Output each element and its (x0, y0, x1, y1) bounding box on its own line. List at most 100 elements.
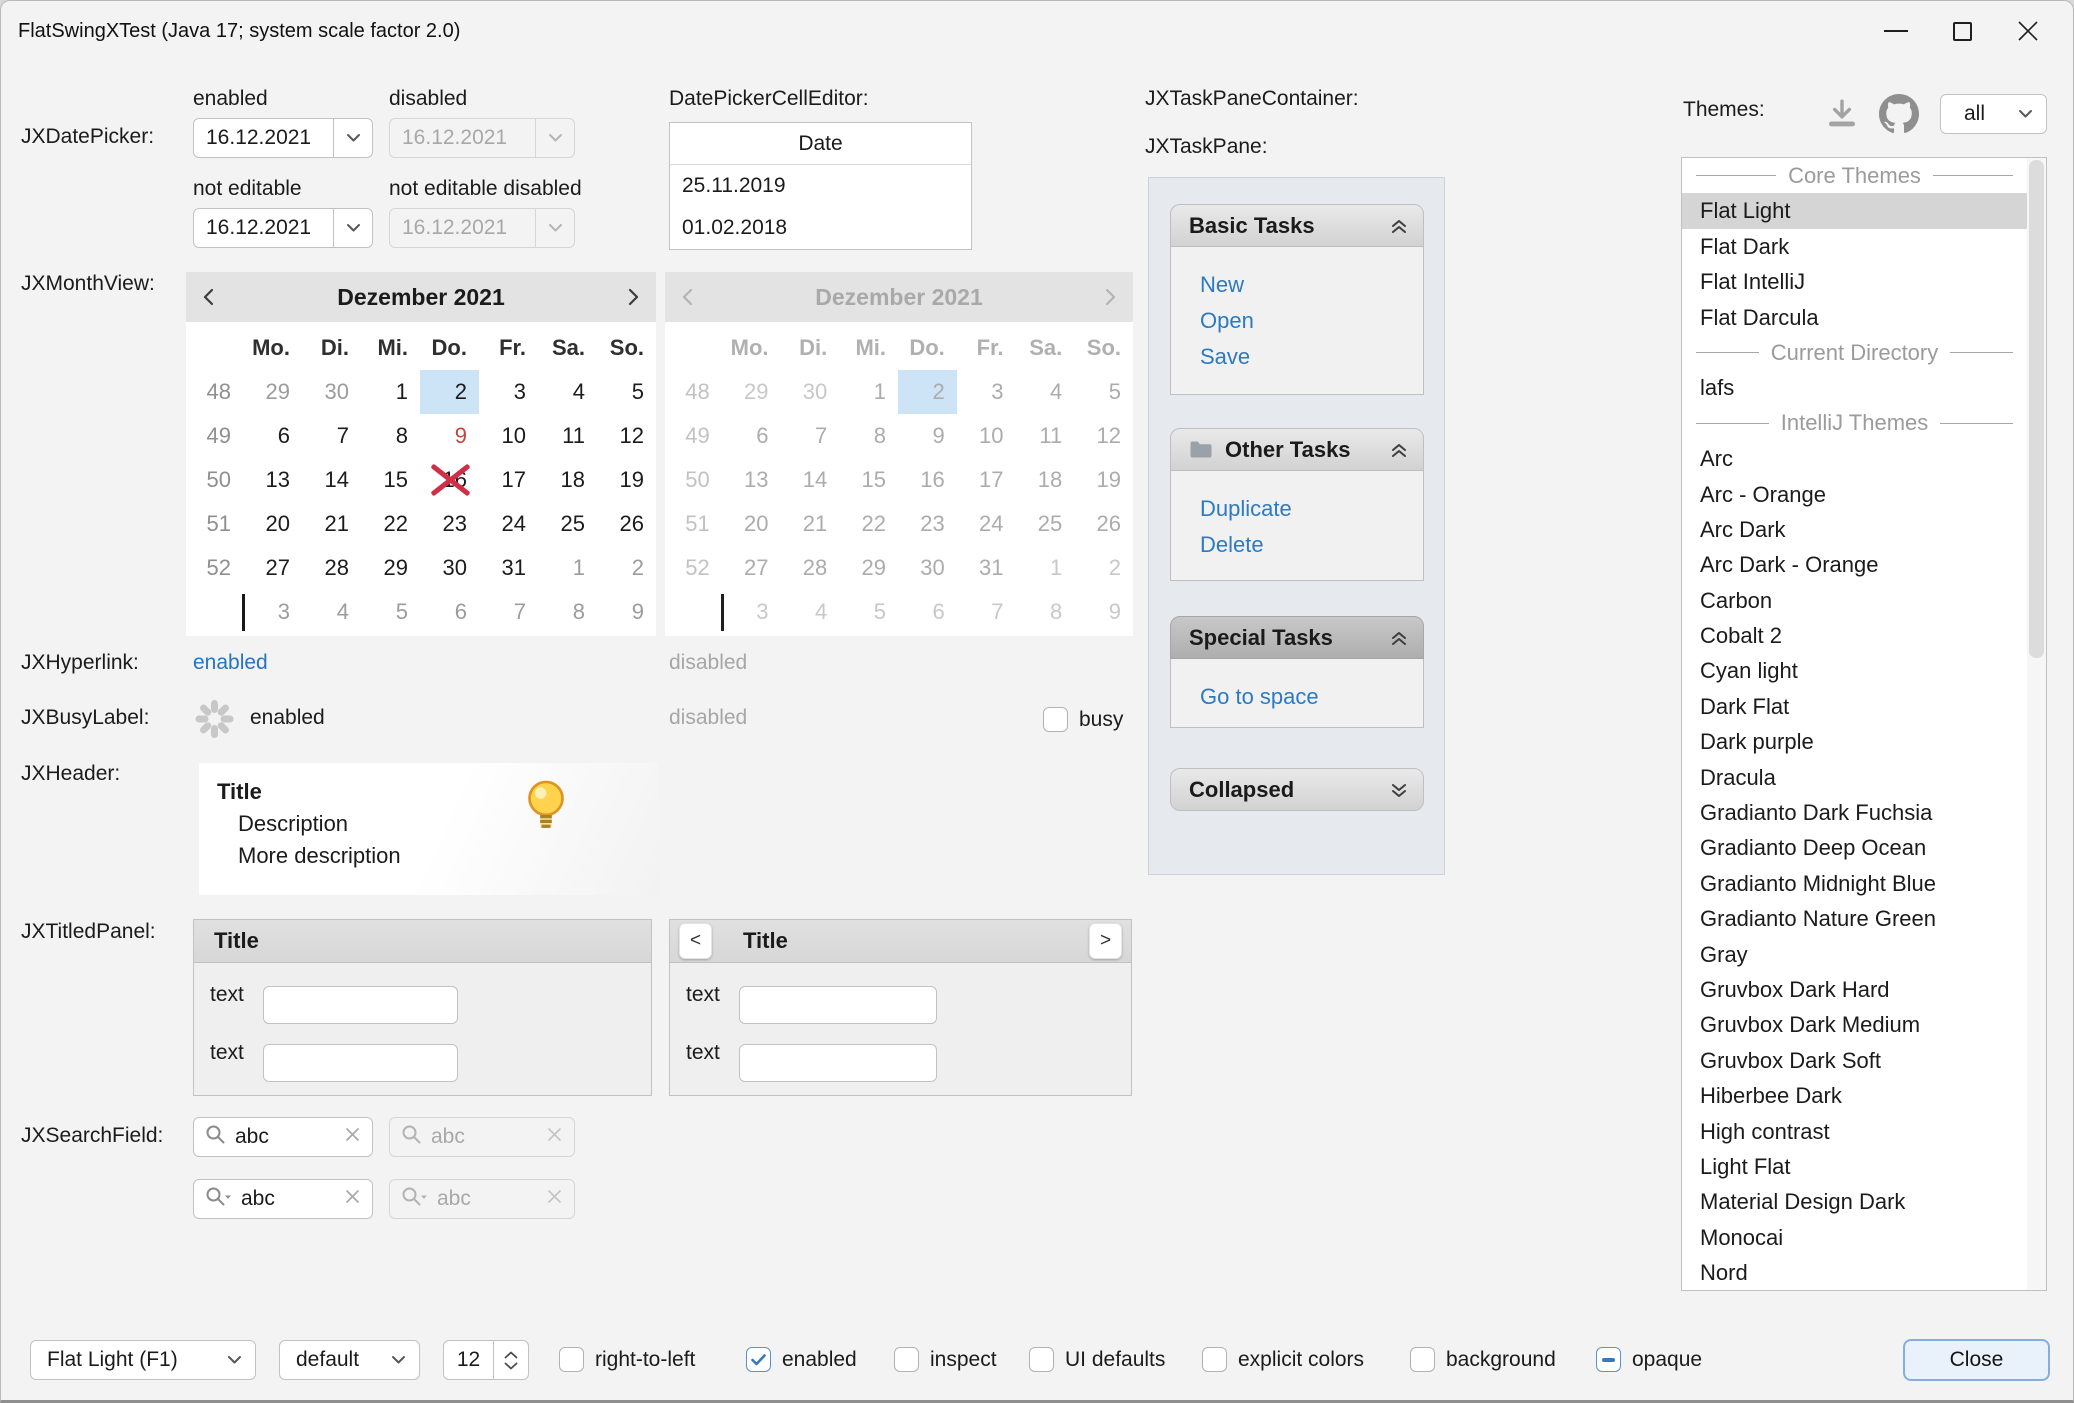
day-cell[interactable]: 30 (420, 546, 479, 590)
day-cell[interactable]: 5 (361, 590, 420, 634)
table-row[interactable]: 01.02.2018 (670, 207, 971, 249)
close-button[interactable]: Close (1903, 1339, 2050, 1381)
theme-item[interactable]: Gruvbox Dark Hard (1682, 972, 2027, 1007)
theme-item[interactable]: Gradianto Nature Green (1682, 901, 2027, 936)
checkbox-box[interactable] (559, 1347, 584, 1372)
day-cell[interactable]: 3 (479, 370, 538, 414)
day-cell[interactable]: 10 (479, 414, 538, 458)
task-link[interactable]: Open (1200, 303, 1423, 339)
task-link[interactable]: New (1200, 267, 1423, 303)
collapse-icon[interactable] (1389, 217, 1409, 235)
day-cell[interactable]: 31 (479, 546, 538, 590)
checkbox-enabled[interactable]: enabled (746, 1347, 857, 1372)
theme-item[interactable]: Flat IntelliJ (1682, 264, 2027, 299)
spinner-value[interactable]: 12 (444, 1348, 493, 1372)
day-cell[interactable]: 24 (479, 502, 538, 546)
day-cell[interactable]: 9 (597, 590, 656, 634)
day-cell[interactable]: 2 (597, 546, 656, 590)
checkbox-opaque[interactable]: opaque (1596, 1347, 1702, 1372)
task-link[interactable]: Save (1200, 339, 1423, 375)
day-cell[interactable]: 7 (302, 414, 361, 458)
day-cell[interactable]: 26 (597, 502, 656, 546)
scrollbar-thumb[interactable] (2029, 160, 2044, 658)
prev-button[interactable]: < (679, 923, 712, 959)
day-cell[interactable]: 6 (420, 590, 479, 634)
day-cell[interactable]: 11 (538, 414, 597, 458)
checkbox-box[interactable] (746, 1347, 771, 1372)
theme-item[interactable]: Gradianto Midnight Blue (1682, 866, 2027, 901)
day-cell[interactable]: 9 (420, 414, 479, 458)
day-cell[interactable]: 19 (597, 458, 656, 502)
day-cell[interactable]: 17 (479, 458, 538, 502)
theme-item[interactable]: Gradianto Deep Ocean (1682, 830, 2027, 865)
day-cell[interactable]: 5 (597, 370, 656, 414)
day-cell[interactable]: 1 (538, 546, 597, 590)
theme-item[interactable]: Hiberbee Dark (1682, 1078, 2027, 1113)
day-cell[interactable]: 3 (243, 590, 302, 634)
checkbox-right-to-left[interactable]: right-to-left (559, 1347, 695, 1372)
day-cell[interactable]: 21 (302, 502, 361, 546)
theme-list[interactable]: Core ThemesFlat LightFlat DarkFlat Intel… (1682, 158, 2027, 1290)
search-field[interactable]: abc (193, 1117, 373, 1157)
taskpane-header[interactable]: Collapsed (1170, 768, 1424, 811)
task-link[interactable]: Go to space (1200, 679, 1423, 715)
theme-item[interactable]: Monocai (1682, 1220, 2027, 1255)
datepicker-not-editable[interactable]: 16.12.2021 (193, 208, 373, 248)
day-cell[interactable]: 6 (243, 414, 302, 458)
chevron-down-icon[interactable] (333, 209, 372, 247)
monthview-enabled[interactable]: Dezember 2021 Mo.Di.Mi.Do.Fr.Sa.So.48293… (186, 272, 656, 636)
scale-combo[interactable]: default (279, 1340, 420, 1380)
chevron-down-icon[interactable] (333, 119, 372, 157)
table-column-header[interactable]: Date (670, 123, 971, 165)
theme-item[interactable]: Dark Flat (1682, 689, 2027, 724)
theme-item[interactable]: Arc (1682, 441, 2027, 476)
day-cell[interactable]: 25 (538, 502, 597, 546)
clear-icon[interactable] (344, 1125, 361, 1149)
download-icon[interactable] (1825, 97, 1859, 131)
taskpane-header[interactable]: Special Tasks (1170, 616, 1424, 659)
day-cell[interactable]: 20 (243, 502, 302, 546)
spinner-up-icon[interactable] (504, 1351, 518, 1359)
date-table[interactable]: Date 25.11.2019 01.02.2018 (669, 122, 972, 250)
day-cell[interactable]: 18 (538, 458, 597, 502)
text-input[interactable] (739, 986, 937, 1024)
spinner-down-icon[interactable] (504, 1362, 518, 1370)
theme-item[interactable]: Gradianto Dark Fuchsia (1682, 795, 2027, 830)
day-cell[interactable]: 30 (302, 370, 361, 414)
theme-item[interactable]: Flat Darcula (1682, 300, 2027, 335)
search-value[interactable]: abc (235, 1125, 335, 1149)
taskpane-header[interactable]: Basic Tasks (1170, 204, 1424, 247)
day-cell[interactable]: 4 (538, 370, 597, 414)
checkbox-background[interactable]: background (1410, 1347, 1556, 1372)
theme-item[interactable]: Light Flat (1682, 1149, 2027, 1184)
day-cell[interactable]: 15 (361, 458, 420, 502)
theme-item[interactable]: High contrast (1682, 1114, 2027, 1149)
collapse-icon[interactable] (1389, 629, 1409, 647)
checkbox-ui-defaults[interactable]: UI defaults (1029, 1347, 1165, 1372)
close-window-button[interactable] (1995, 1, 2061, 61)
prev-month-icon[interactable] (202, 287, 215, 307)
scrollbar[interactable] (2027, 158, 2046, 1290)
theme-item[interactable]: Arc Dark - Orange (1682, 547, 2027, 582)
theme-item[interactable]: Flat Light (1682, 193, 2027, 228)
font-size-spinner[interactable]: 12 (443, 1340, 529, 1380)
theme-item[interactable]: Material Design Dark (1682, 1184, 2027, 1219)
day-cell[interactable]: 13 (243, 458, 302, 502)
theme-item[interactable]: lafs (1682, 370, 2027, 405)
day-cell[interactable]: 27 (243, 546, 302, 590)
checkbox-busy[interactable]: busy (1043, 707, 1123, 732)
task-link[interactable]: Delete (1200, 527, 1423, 563)
github-icon[interactable] (1879, 94, 1919, 134)
laf-combo[interactable]: Flat Light (F1) (30, 1340, 256, 1380)
checkbox-box[interactable] (1596, 1347, 1621, 1372)
theme-item[interactable]: Dracula (1682, 760, 2027, 795)
taskpane-header[interactable]: Other Tasks (1170, 428, 1424, 471)
theme-item[interactable]: Nord (1682, 1255, 2027, 1290)
next-button[interactable]: > (1089, 923, 1122, 959)
text-input[interactable] (263, 1044, 458, 1082)
checkbox-box[interactable] (1410, 1347, 1435, 1372)
theme-item[interactable]: Gruvbox Dark Medium (1682, 1007, 2027, 1042)
expand-icon[interactable] (1389, 781, 1409, 799)
day-cell[interactable]: 14 (302, 458, 361, 502)
day-cell[interactable]: 8 (361, 414, 420, 458)
